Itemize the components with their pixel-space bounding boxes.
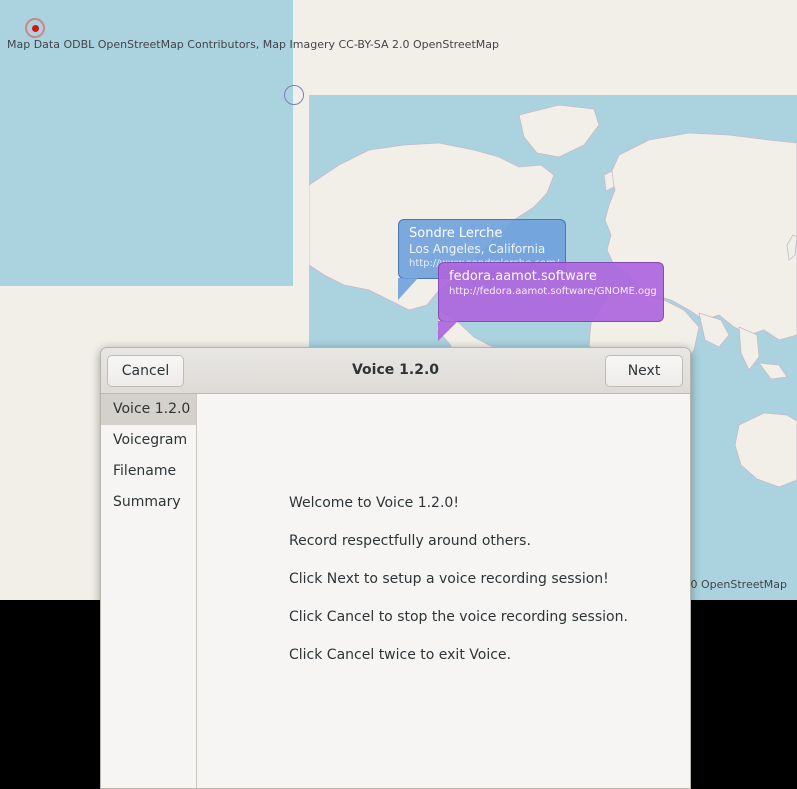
map-balloon[interactable]: fedora.aamot.software http://fedora.aamo… xyxy=(438,262,664,322)
location-marker-icon[interactable] xyxy=(25,18,45,38)
balloon-name: Sondre Lerche xyxy=(409,226,503,241)
assistant-dialog: Cancel Voice 1.2.0 Next Voice 1.2.0 Voic… xyxy=(100,347,691,789)
balloon-pointer-icon xyxy=(398,278,418,300)
sidebar-item-voicegram: Voicegram xyxy=(113,432,188,448)
balloon-pointer-icon xyxy=(438,321,458,341)
map-attribution-partial: 2.0 OpenStreetMap xyxy=(680,578,788,591)
dialog-header: Cancel Voice 1.2.0 Next xyxy=(101,348,690,394)
info-text: Click Next to setup a voice recording se… xyxy=(289,571,609,587)
info-text: Record respectfully around others. xyxy=(289,533,531,549)
sidebar-item-voice: Voice 1.2.0 xyxy=(101,394,196,425)
map-attribution: Map Data ODBL OpenStreetMap Contributors… xyxy=(7,38,499,51)
sidebar-item-summary: Summary xyxy=(113,494,181,510)
balloon-location: Los Angeles, California xyxy=(409,242,546,256)
welcome-text: Welcome to Voice 1.2.0! xyxy=(289,495,459,511)
balloon-url[interactable]: http://fedora.aamot.software/GNOME.ogg xyxy=(449,285,657,299)
balloon-name: fedora.aamot.software xyxy=(449,269,597,284)
location-marker-icon[interactable] xyxy=(284,85,304,105)
next-button[interactable]: Next xyxy=(605,355,683,387)
info-text: Click Cancel to stop the voice recording… xyxy=(289,609,628,625)
assistant-page: Welcome to Voice 1.2.0! Record respectfu… xyxy=(197,394,690,788)
dialog-title: Voice 1.2.0 xyxy=(351,362,439,378)
info-text: Click Cancel twice to exit Voice. xyxy=(289,647,511,663)
sidebar-item-filename: Filename xyxy=(113,463,177,479)
assistant-sidebar: Voice 1.2.0 Voicegram Filename Summary xyxy=(101,394,197,788)
